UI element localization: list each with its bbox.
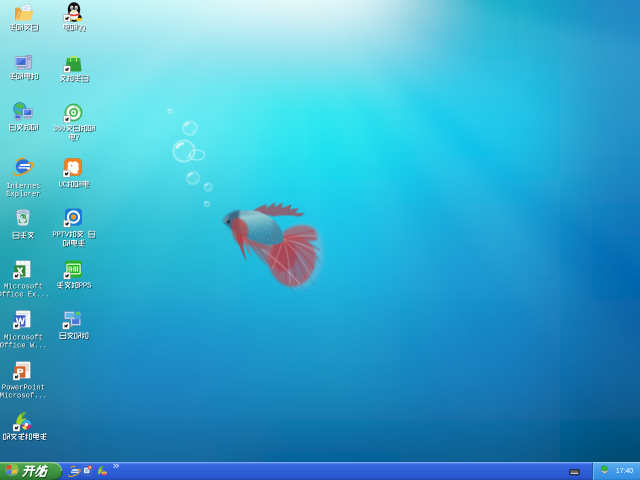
svg-text:PPS: PPS bbox=[79, 283, 92, 291]
svg-text:360: 360 bbox=[53, 126, 66, 134]
svg-text:PPTV: PPTV bbox=[52, 232, 69, 240]
svg-text:17:40: 17:40 bbox=[616, 468, 633, 475]
svg-text:Office W...: Office W... bbox=[0, 342, 47, 350]
svg-text:UC: UC bbox=[59, 182, 68, 190]
svg-text:QQ: QQ bbox=[77, 25, 86, 33]
svg-text:Microsoft: Microsoft bbox=[4, 283, 43, 291]
svg-text:Microsof...: Microsof... bbox=[0, 392, 47, 400]
svg-text:7: 7 bbox=[76, 135, 80, 143]
svg-text:Internet: Internet bbox=[6, 183, 41, 191]
svg-text:Explorer: Explorer bbox=[6, 191, 41, 199]
svg-text:Microsoft: Microsoft bbox=[4, 334, 43, 342]
svg-text:Office Ex...: Office Ex... bbox=[0, 291, 49, 299]
svg-text:PowerPoint: PowerPoint bbox=[2, 384, 45, 392]
